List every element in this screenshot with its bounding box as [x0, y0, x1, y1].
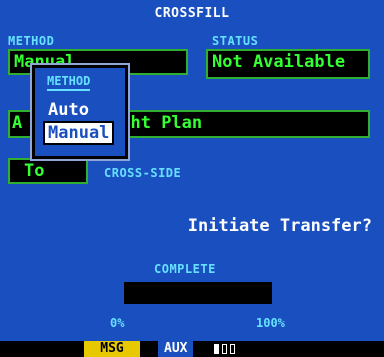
crossfill-page: CROSSFILL METHOD Manual STATUS Not Avail…: [0, 0, 384, 357]
cross-side-label: CROSS-SIDE: [104, 166, 182, 180]
page-indicator-segment: [214, 344, 219, 354]
plan-field-right: ght Plan: [120, 113, 203, 133]
popup-option-auto[interactable]: Auto: [45, 100, 92, 120]
plan-field-left: A: [12, 113, 23, 133]
msg-annunciator[interactable]: MSG: [84, 341, 140, 357]
progress-bar: [122, 280, 274, 306]
aux-page-group: AUX: [158, 341, 194, 357]
method-label: METHOD: [8, 34, 55, 48]
progress-min-label: 0%: [110, 316, 125, 330]
complete-label: COMPLETE: [154, 262, 216, 276]
page-indicator-segment: [222, 344, 227, 354]
popup-option-manual[interactable]: Manual: [42, 121, 115, 145]
method-popup: METHOD Auto Manual: [32, 65, 128, 159]
direction-field[interactable]: To: [8, 158, 88, 184]
status-field: Not Available: [206, 49, 370, 79]
page-title: CROSSFILL: [154, 6, 230, 21]
popup-title: METHOD: [47, 74, 91, 91]
status-label: STATUS: [212, 34, 259, 48]
status-bar: MSG AUX: [0, 341, 384, 357]
initiate-transfer-prompt[interactable]: Initiate Transfer?: [188, 216, 372, 236]
progress-max-label: 100%: [256, 316, 285, 330]
page-indicator-segment: [230, 344, 235, 354]
page-indicator: [214, 344, 235, 354]
